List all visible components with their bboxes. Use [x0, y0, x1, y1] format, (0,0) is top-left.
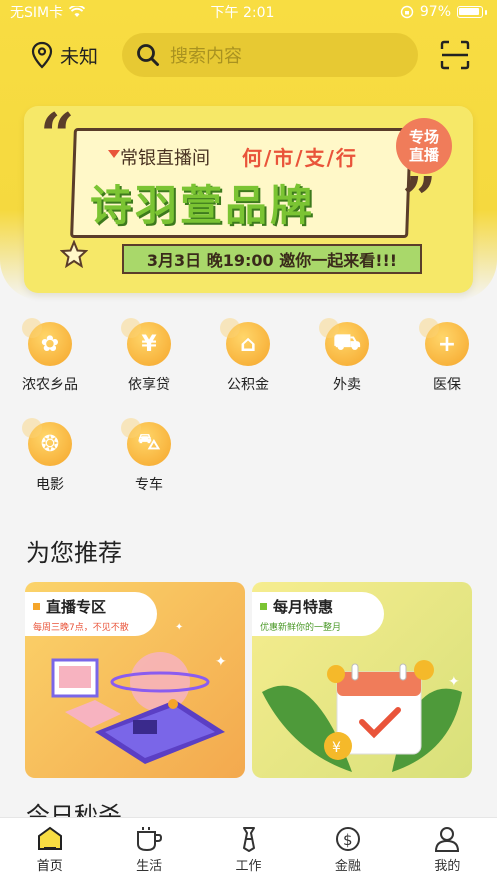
- svg-text:✦: ✦: [448, 674, 460, 690]
- search-placeholder: 搜索内容: [170, 46, 242, 67]
- carrier-text: 无SIM卡: [10, 5, 64, 21]
- svg-text:¥: ¥: [332, 740, 341, 756]
- star-icon: [60, 240, 88, 268]
- yen-icon: ¥: [121, 318, 171, 366]
- farm-icon: ✿: [22, 318, 72, 366]
- orientation-lock-icon: [400, 5, 414, 19]
- service-label: 专车: [135, 477, 163, 493]
- svg-text:✦: ✦: [175, 622, 183, 633]
- tab-life[interactable]: 生活: [99, 818, 198, 883]
- banner-tagline: 何/市/支/行: [242, 146, 358, 170]
- banner-date: 3月3日 晚19:00 邀你一起来看!!!: [122, 244, 422, 274]
- live-stream-illustration: ✦ ✦: [51, 622, 227, 764]
- tab-mine[interactable]: 我的: [398, 818, 497, 883]
- monthly-deal-card[interactable]: 每月特惠 优惠新鲜你的一整月 ¥ ✦: [252, 582, 472, 778]
- car-icon: ⛍: [121, 418, 171, 466]
- service-label: 公积金: [227, 377, 269, 393]
- battery-percent: 97%: [419, 4, 451, 20]
- clock-text: 下午 2:01: [210, 5, 275, 21]
- service-label: 外卖: [333, 377, 361, 393]
- location-label: 未知: [60, 45, 99, 68]
- promo-banner[interactable]: “ ” 常银直播间 何/市/支/行 诗羽萱品牌 3月3日 晚19:00 邀你一起…: [24, 106, 473, 293]
- search-icon: [137, 44, 159, 66]
- live-badge: 专场直播: [396, 118, 452, 174]
- status-right: 97%: [400, 4, 487, 20]
- tie-icon: [242, 827, 255, 852]
- recommend-title: 为您推荐: [26, 539, 122, 567]
- tab-finance[interactable]: $ 金融: [298, 818, 397, 883]
- tab-label: 我的: [434, 859, 461, 874]
- scooter-icon: ⛟: [319, 318, 369, 366]
- svg-text:$: $: [343, 831, 353, 849]
- svg-text:✦: ✦: [215, 654, 227, 670]
- quote-close-icon: ”: [402, 165, 437, 235]
- tab-label: 金融: [334, 859, 361, 874]
- scan-icon[interactable]: [440, 40, 470, 70]
- service-item[interactable]: ⛍ 专车: [109, 418, 189, 494]
- service-item[interactable]: ⛟ 外卖: [307, 318, 387, 394]
- service-label: 电影: [36, 477, 64, 493]
- tab-bar: 首页 生活 工作 $ 金融 我的: [0, 817, 497, 883]
- quote-open-icon: “: [40, 106, 75, 171]
- battery-tip: [485, 9, 487, 15]
- dollar-coin-icon: $: [335, 827, 360, 851]
- service-item[interactable]: + 医保: [407, 318, 487, 394]
- person-icon: [435, 827, 460, 852]
- banner-subtitle: 常银直播间: [120, 148, 210, 169]
- location-pin-icon: [31, 41, 53, 69]
- search-input[interactable]: 搜索内容: [122, 33, 418, 77]
- status-left: 无SIM卡: [10, 2, 86, 22]
- heart-icon: [108, 150, 120, 158]
- tab-label: 工作: [235, 859, 262, 874]
- service-item[interactable]: ⌂ 公积金: [208, 318, 288, 394]
- film-reel-icon: ❂: [22, 418, 72, 466]
- wifi-icon: [69, 6, 86, 17]
- battery-icon: [457, 6, 483, 18]
- tab-home[interactable]: 首页: [0, 818, 99, 883]
- tab-work[interactable]: 工作: [199, 818, 298, 883]
- tab-label: 首页: [36, 859, 63, 874]
- live-zone-card[interactable]: 直播专区 每周三晚7点，不见不散 ✦ ✦: [25, 582, 245, 778]
- status-bar: 无SIM卡 下午 2:01 97%: [0, 0, 497, 24]
- medical-cross-icon: +: [419, 318, 469, 366]
- service-label: 医保: [433, 377, 461, 393]
- banner-title: 诗羽萱品牌: [90, 181, 316, 230]
- service-item[interactable]: ❂ 电影: [10, 418, 90, 494]
- service-label: 浓农乡品: [22, 377, 78, 393]
- cup-icon: [137, 827, 163, 852]
- service-item[interactable]: ¥ 依享贷: [109, 318, 189, 394]
- house-icon: ⌂: [220, 318, 270, 366]
- calendar-illustration: ¥ ✦: [262, 660, 462, 772]
- service-item[interactable]: ✿ 浓农乡品: [10, 318, 90, 394]
- home-icon: [37, 826, 62, 850]
- search-row: 未知 搜索内容: [0, 30, 497, 80]
- tab-label: 生活: [136, 859, 163, 874]
- location-selector[interactable]: 未知: [30, 41, 110, 69]
- service-label: 依享贷: [128, 377, 170, 393]
